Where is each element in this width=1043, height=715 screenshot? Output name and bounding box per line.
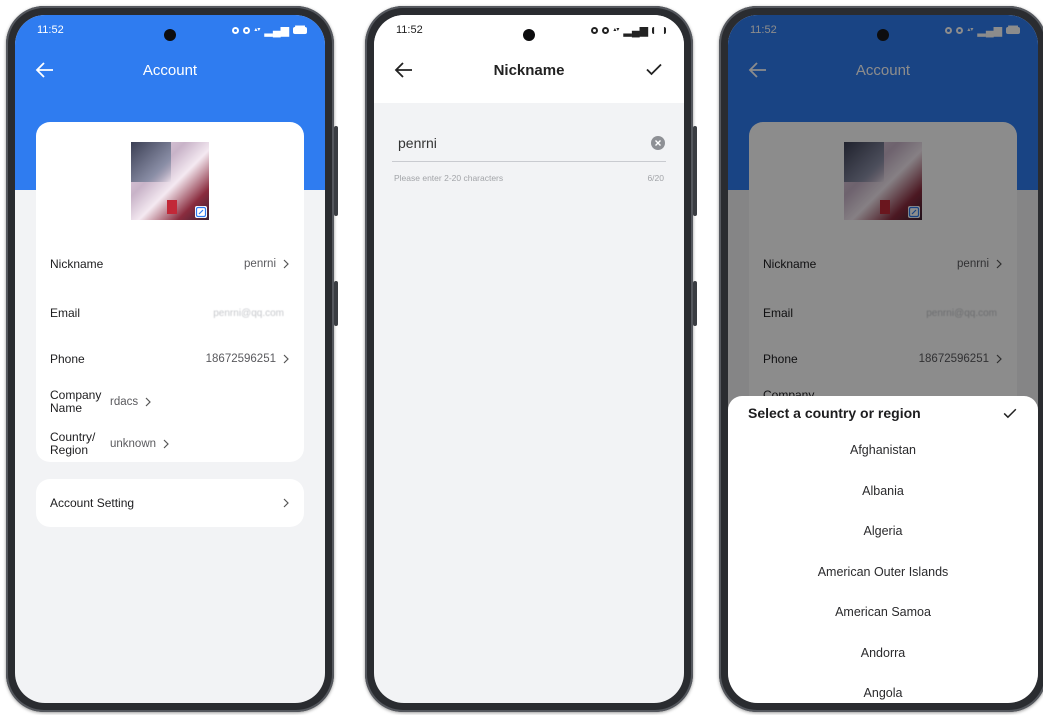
- status-time: 11:52: [396, 24, 423, 36]
- country-option[interactable]: Albania: [728, 471, 1038, 512]
- chevron-right-icon: [283, 259, 289, 269]
- app-bar: Nickname: [374, 45, 684, 95]
- email-row: Email penrni@qq.com: [36, 291, 304, 335]
- nickname-input[interactable]: penrni: [392, 125, 666, 162]
- country-option[interactable]: Afghanistan: [728, 430, 1038, 471]
- confirm-check-icon[interactable]: [1000, 403, 1020, 423]
- avatar-shade: [131, 142, 171, 182]
- side-button: [334, 281, 338, 326]
- chevron-right-icon: [145, 397, 151, 407]
- clear-input-icon[interactable]: [650, 135, 666, 151]
- account-setting-label: Account Setting: [50, 495, 135, 510]
- avatar[interactable]: [131, 142, 209, 220]
- status-icons: ▴▾ ▂▄▆ ██: [591, 24, 666, 37]
- country-select-screen: 11:52 ▴▾ ▂▄▆ ██ Account Nickname penrni: [728, 15, 1038, 703]
- phone-label: Phone: [50, 351, 85, 366]
- nickname-screen: 11:52 ▴▾ ▂▄▆ ██ Nickname penrni Please e…: [374, 15, 684, 703]
- input-hint-row: Please enter 2-20 characters 6/20: [394, 173, 664, 183]
- network-speed-icon: ▴▾: [254, 27, 261, 33]
- company-name-value: rdacs: [110, 396, 139, 408]
- email-label: Email: [50, 305, 81, 320]
- back-arrow-icon[interactable]: [33, 58, 57, 82]
- chevron-right-icon: [283, 354, 289, 364]
- status-time: 11:52: [37, 24, 64, 36]
- input-hint: Please enter 2-20 characters: [394, 173, 504, 183]
- battery-icon: ██: [293, 26, 307, 34]
- avatar-detail: [167, 200, 177, 214]
- status-icons: ▴▾ ▂▄▆ ██: [232, 24, 307, 37]
- country-region-value: unknown: [110, 438, 157, 450]
- page-title: Nickname: [493, 61, 565, 79]
- country-option[interactable]: American Samoa: [728, 592, 1038, 633]
- phone-frame-country: 11:52 ▴▾ ▂▄▆ ██ Account Nickname penrni: [719, 6, 1043, 712]
- character-counter: 6/20: [647, 173, 664, 183]
- side-button: [334, 126, 338, 216]
- confirm-check-icon[interactable]: [642, 57, 666, 81]
- account-setting-row[interactable]: Account Setting: [36, 481, 304, 525]
- network-speed-icon: ▴▾: [613, 27, 620, 33]
- account-setting-card: Account Setting: [36, 479, 304, 527]
- location-icon: [243, 26, 251, 34]
- country-region-row[interactable]: Country/ Region unknown: [36, 422, 304, 466]
- country-option[interactable]: Algeria: [728, 511, 1038, 552]
- location-icon: [602, 26, 610, 34]
- company-name-label: Company Name: [50, 388, 102, 415]
- chevron-right-icon: [163, 439, 169, 449]
- phone-row[interactable]: Phone 18672596251: [36, 337, 304, 381]
- alarm-icon: [232, 26, 240, 34]
- front-camera: [523, 29, 535, 41]
- phone-frame-nickname: 11:52 ▴▾ ▂▄▆ ██ Nickname penrni Please e…: [365, 6, 697, 712]
- front-camera: [877, 29, 889, 41]
- nickname-label: Nickname: [50, 256, 104, 271]
- side-button: [693, 281, 697, 326]
- profile-card: Nickname penrni Email penrni@qq.com Phon…: [36, 122, 304, 462]
- back-arrow-icon[interactable]: [392, 58, 416, 82]
- front-camera: [164, 29, 176, 41]
- country-select-sheet: Select a country or region Afghanistan A…: [728, 396, 1038, 703]
- side-button: [693, 126, 697, 216]
- nickname-row[interactable]: Nickname penrni: [36, 242, 304, 286]
- email-value: penrni@qq.com: [213, 307, 284, 319]
- account-screen: 11:52 ▴▾ ▂▄▆ ██ Account Nickname penrni: [15, 15, 325, 703]
- edit-avatar-icon[interactable]: [195, 206, 207, 218]
- signal-icon: ▂▄▆: [623, 24, 649, 37]
- sheet-header: Select a country or region: [728, 396, 1038, 430]
- signal-icon: ▂▄▆: [264, 24, 290, 37]
- country-option[interactable]: Angola: [728, 673, 1038, 703]
- country-region-label: Country/ Region: [50, 430, 96, 457]
- country-option[interactable]: Andorra: [728, 633, 1038, 674]
- nickname-value: penrni: [244, 258, 276, 270]
- battery-icon: ██: [652, 26, 666, 34]
- chevron-right-icon: [283, 498, 289, 508]
- company-name-row[interactable]: Company Name rdacs: [36, 380, 304, 424]
- page-title: Account: [142, 61, 198, 79]
- nickname-input-value[interactable]: penrni: [392, 135, 650, 151]
- sheet-title: Select a country or region: [748, 405, 921, 421]
- country-option[interactable]: American Outer Islands: [728, 552, 1038, 593]
- phone-frame-account: 11:52 ▴▾ ▂▄▆ ██ Account Nickname penrni: [6, 6, 338, 712]
- app-bar: Account: [15, 45, 325, 95]
- alarm-icon: [591, 26, 599, 34]
- phone-value: 18672596251: [205, 353, 276, 365]
